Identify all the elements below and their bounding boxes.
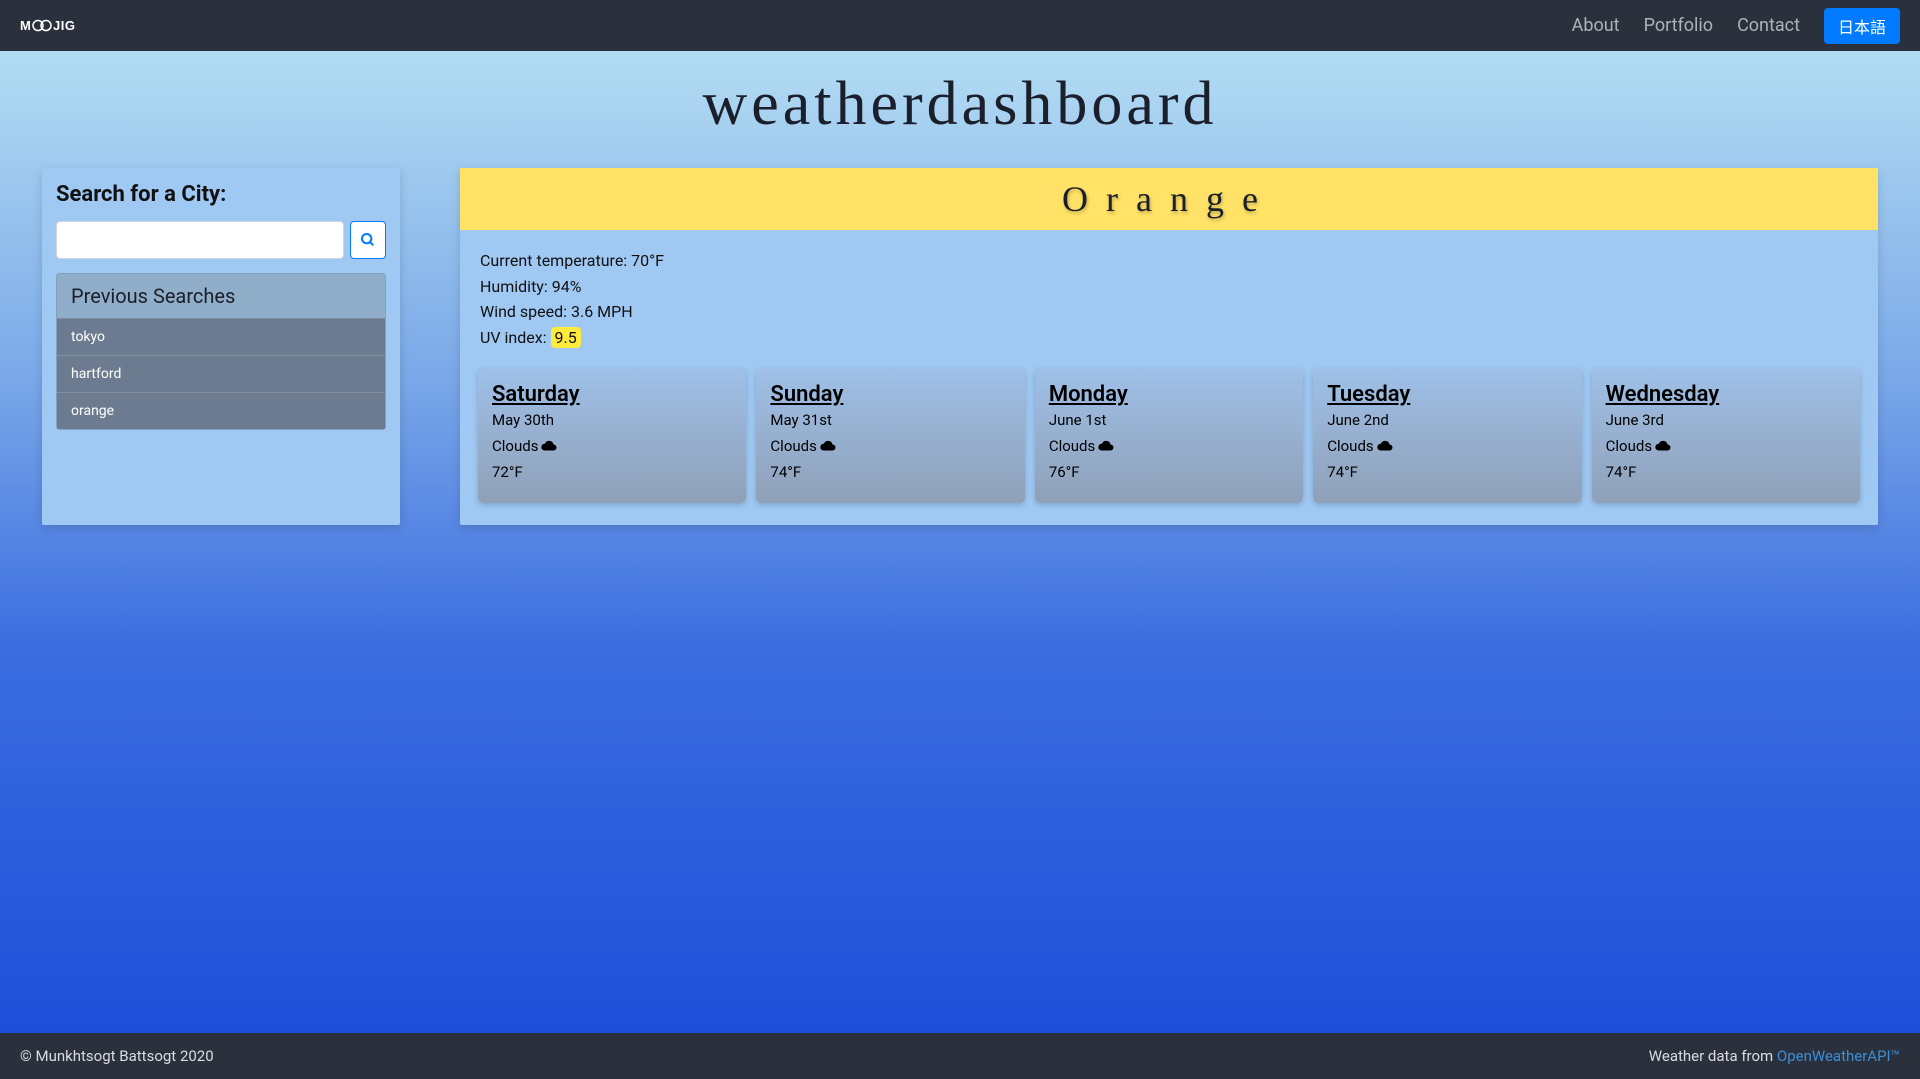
previous-searches-label: Previous Searches [57,274,385,318]
current-wind: Wind speed: 3.6 MPH [480,299,1858,325]
nav-link-about[interactable]: About [1572,15,1620,36]
forecast-day: Wednesday [1606,382,1846,407]
logo-icon: M JIG [20,12,100,40]
current-weather: Current temperature: 70°F Humidity: 94% … [460,230,1878,360]
navbar: M JIG About Portfolio Contact 日本語 [0,0,1920,51]
copyright: © Munkhtsogt Battsogt 2020 [20,1047,214,1065]
cloud-icon [1097,439,1115,453]
current-humidity: Humidity: 94% [480,274,1858,300]
search-input[interactable] [56,221,344,259]
forecast-temp: 74°F [1606,463,1846,481]
city-name: Orange [460,168,1878,230]
forecast-card: Monday June 1st Clouds 76°F [1035,368,1303,503]
forecast-condition: Clouds [1327,437,1567,455]
forecast-day: Monday [1049,382,1289,407]
uv-badge: 9.5 [551,327,581,348]
main-container: Search for a City: Previous Searches tok… [0,168,1920,567]
previous-searches: Previous Searches tokyo hartford orange [56,273,386,430]
current-uv: UV index: 9.5 [480,325,1858,351]
search-row [56,221,386,259]
nav-link-portfolio[interactable]: Portfolio [1644,15,1713,36]
logo[interactable]: M JIG [20,12,100,40]
forecast-day: Sunday [770,382,1010,407]
search-button[interactable] [350,221,386,259]
cloud-icon [1654,439,1672,453]
forecast-temp: 74°F [770,463,1010,481]
cloud-icon [1376,439,1394,453]
page-title: weatherdashboard [0,51,1920,168]
history-item[interactable]: tokyo [57,318,385,355]
history-item[interactable]: hartford [57,355,385,392]
current-temp: Current temperature: 70°F [480,248,1858,274]
search-label: Search for a City: [56,182,386,207]
nav-link-contact[interactable]: Contact [1737,15,1800,36]
svg-text:M: M [20,18,31,33]
forecast-day: Tuesday [1327,382,1567,407]
forecast-temp: 76°F [1049,463,1289,481]
forecast-condition: Clouds [1049,437,1289,455]
forecast-date: June 1st [1049,411,1289,429]
history-item[interactable]: orange [57,392,385,429]
forecast-card: Tuesday June 2nd Clouds 74°F [1313,368,1581,503]
forecast-card: Saturday May 30th Clouds 72°F [478,368,746,503]
forecast-temp: 74°F [1327,463,1567,481]
forecast-row: Saturday May 30th Clouds 72°F Sunday May… [460,360,1878,503]
forecast-date: May 30th [492,411,732,429]
credit: Weather data from OpenWeatherAPI™ [1649,1047,1900,1065]
api-link[interactable]: OpenWeatherAPI™ [1777,1047,1900,1065]
forecast-temp: 72°F [492,463,732,481]
nav-links: About Portfolio Contact 日本語 [1572,8,1900,44]
forecast-date: June 2nd [1327,411,1567,429]
forecast-condition: Clouds [1606,437,1846,455]
forecast-card: Sunday May 31st Clouds 74°F [756,368,1024,503]
weather-panel: Orange Current temperature: 70°F Humidit… [460,168,1878,525]
forecast-date: June 3rd [1606,411,1846,429]
language-button[interactable]: 日本語 [1824,8,1900,44]
forecast-condition: Clouds [492,437,732,455]
sidebar: Search for a City: Previous Searches tok… [42,168,400,525]
svg-text:JIG: JIG [53,18,75,33]
forecast-condition: Clouds [770,437,1010,455]
forecast-day: Saturday [492,382,732,407]
forecast-card: Wednesday June 3rd Clouds 74°F [1592,368,1860,503]
cloud-icon [540,439,558,453]
cloud-icon [819,439,837,453]
forecast-date: May 31st [770,411,1010,429]
footer: © Munkhtsogt Battsogt 2020 Weather data … [0,1033,1920,1079]
search-icon [360,232,376,248]
